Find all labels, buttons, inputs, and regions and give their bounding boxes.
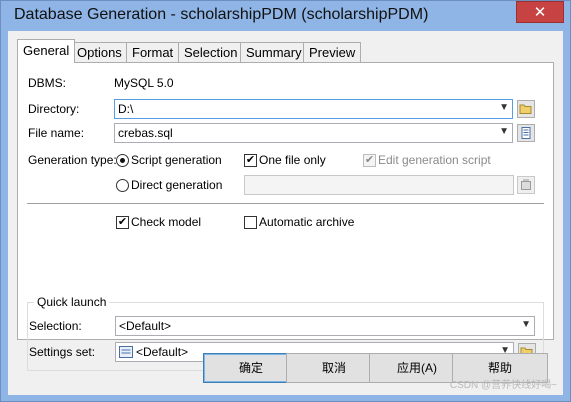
title-bar[interactable]: Database Generation - scholarshipPDM (sc…	[1, 1, 570, 31]
directory-value: D:\	[118, 102, 134, 116]
data-source-field	[244, 175, 514, 195]
properties-icon	[521, 127, 531, 139]
tab-options[interactable]: Options	[71, 42, 128, 62]
direct-generation-radio[interactable]	[116, 179, 129, 192]
filename-value: crebas.sql	[118, 126, 173, 140]
tab-preview[interactable]: Preview	[303, 42, 362, 62]
filename-label: File name:	[28, 126, 85, 140]
dialog-window: Database Generation - scholarshipPDM (sc…	[0, 0, 571, 402]
filename-combobox[interactable]: crebas.sql ▼	[114, 123, 513, 143]
tab-general[interactable]: General	[17, 39, 76, 63]
chevron-down-icon[interactable]: ▼	[499, 126, 509, 137]
cancel-button[interactable]: 取消	[286, 353, 382, 383]
tab-summary[interactable]: Summary	[240, 42, 308, 62]
separator	[27, 203, 544, 204]
close-button[interactable]: ✕	[516, 1, 564, 23]
ok-button[interactable]: 确定	[203, 353, 299, 383]
data-source-button	[517, 176, 535, 194]
general-panel: DBMS: MySQL 5.0 Directory: D:\ ▼ File na…	[17, 62, 554, 371]
dbms-label: DBMS:	[28, 76, 67, 90]
chevron-down-icon[interactable]: ▼	[499, 102, 509, 113]
selection-label: Selection:	[29, 319, 82, 333]
file-properties-button[interactable]	[517, 124, 535, 142]
directory-label: Directory:	[28, 102, 80, 116]
settings-set-label: Settings set:	[29, 345, 96, 359]
folder-icon	[519, 104, 532, 114]
connect-icon	[521, 179, 531, 190]
automatic-archive-label: Automatic archive	[259, 215, 355, 229]
dbms-value: MySQL 5.0	[114, 76, 174, 90]
edit-generation-script-label: Edit generation script	[378, 153, 491, 167]
tab-format[interactable]: Format	[126, 42, 180, 62]
check-model-checkbox[interactable]: ✔	[116, 216, 129, 229]
directory-combobox[interactable]: D:\ ▼	[114, 99, 513, 119]
selection-combobox[interactable]: <Default> ▼	[115, 316, 535, 336]
settings-icon	[119, 346, 133, 358]
automatic-archive-checkbox[interactable]	[244, 216, 257, 229]
dialog-client: General Options Format Selection Summary…	[8, 31, 563, 395]
direct-generation-label: Direct generation	[131, 178, 223, 192]
script-generation-radio[interactable]	[116, 154, 129, 167]
chevron-down-icon[interactable]: ▼	[521, 319, 531, 330]
selection-value: <Default>	[119, 319, 172, 333]
script-generation-label: Script generation	[131, 153, 222, 167]
watermark: CSDN @营养快线好喝~	[449, 380, 557, 391]
window-title: Database Generation - scholarshipPDM (sc…	[14, 6, 429, 23]
generation-type-label: Generation type:	[28, 153, 117, 167]
check-model-label: Check model	[131, 215, 202, 229]
tab-selection[interactable]: Selection	[178, 42, 244, 62]
settings-set-value: <Default>	[136, 345, 189, 359]
browse-directory-button[interactable]	[517, 100, 535, 118]
one-file-only-checkbox[interactable]: ✔	[244, 154, 257, 167]
one-file-only-label: One file only	[259, 153, 326, 167]
quick-launch-title: Quick launch	[34, 295, 110, 309]
edit-generation-script-checkbox: ✔	[363, 154, 376, 167]
